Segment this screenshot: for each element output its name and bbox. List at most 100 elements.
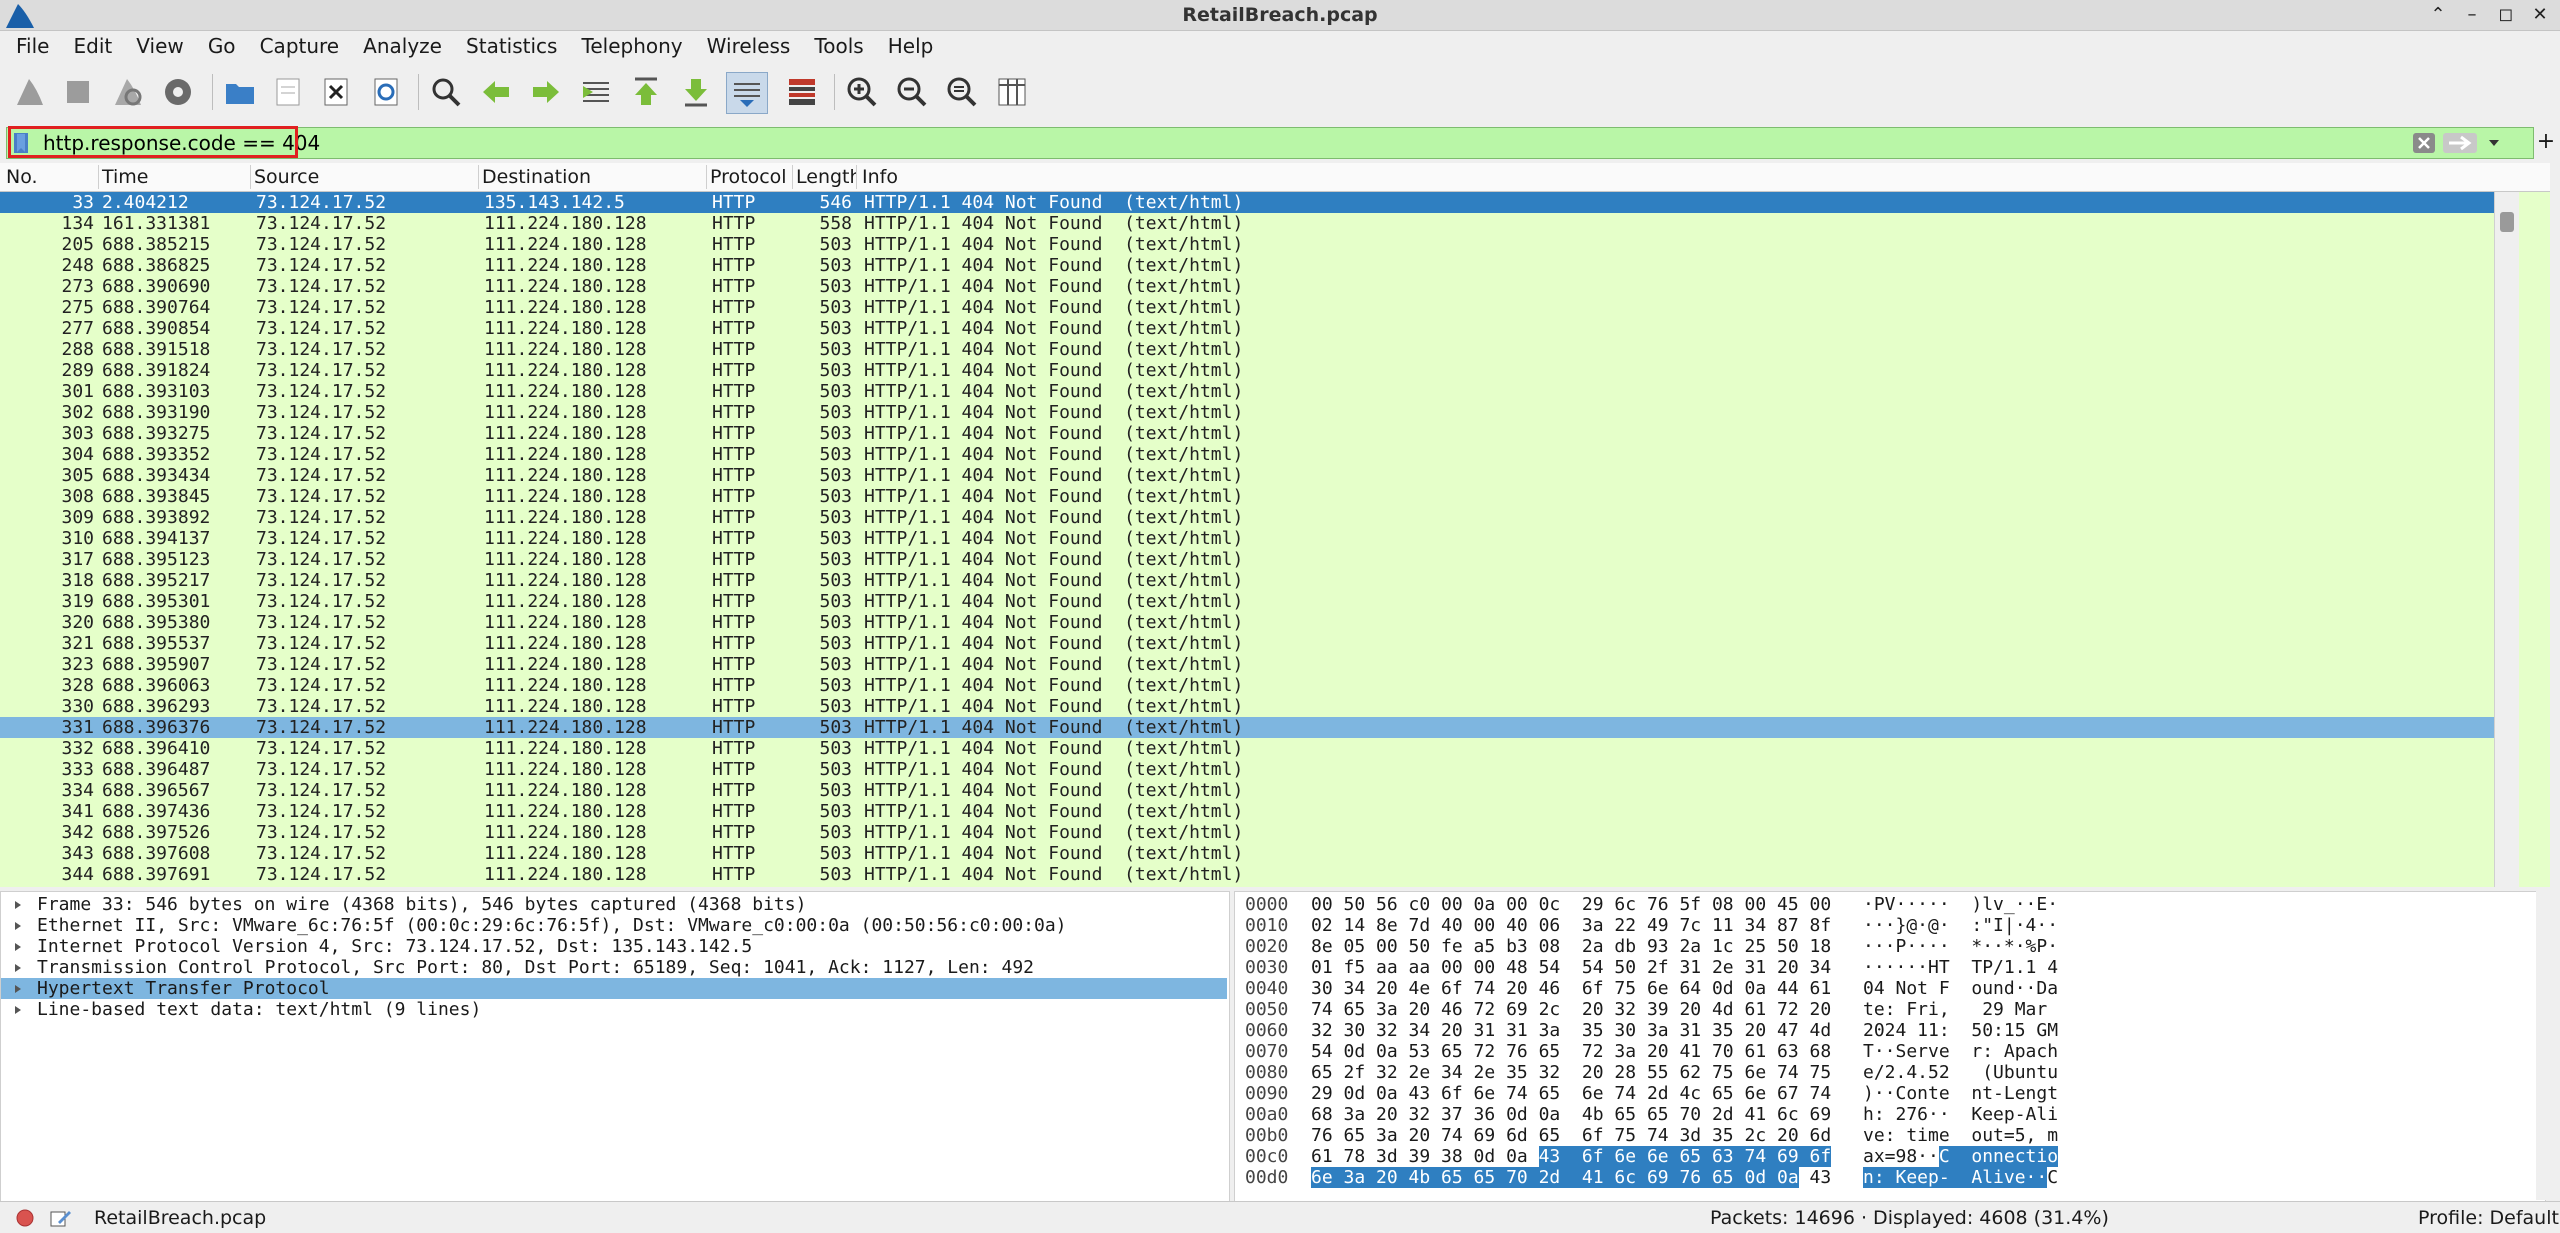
column-header-info[interactable]: Info: [862, 166, 898, 188]
window-close-button[interactable]: ✕: [2526, 2, 2554, 28]
zoom-reset-icon[interactable]: [942, 72, 982, 112]
detail-tree-item[interactable]: Line-based text data: text/html (9 lines…: [1, 999, 1227, 1020]
packet-row[interactable]: 134 161.331381 73.124.17.52 111.224.180.128…: [0, 213, 2494, 234]
display-filter-bar[interactable]: http.response.code == 404: [6, 127, 2534, 159]
packet-row[interactable]: 275 688.390764 73.124.17.52 111.224.180.128…: [0, 297, 2494, 318]
packet-row[interactable]: 248 688.386825 73.124.17.52 111.224.180.128…: [0, 255, 2494, 276]
hex-dump-row[interactable]: 0020 8e 05 00 50 fe a5 b3 08 2a db 93 2a …: [1235, 936, 2545, 957]
go-back-icon[interactable]: [476, 72, 516, 112]
menu-file[interactable]: File: [14, 31, 51, 61]
expand-arrow-icon[interactable]: [15, 1006, 21, 1014]
hex-dump-row[interactable]: 0040 30 34 20 4e 6f 74 20 46 6f 75 6e 64 …: [1235, 978, 2545, 999]
packet-row[interactable]: 304 688.393352 73.124.17.52 111.224.180.128…: [0, 444, 2494, 465]
packet-list-scrollbar[interactable]: [2494, 192, 2519, 887]
filter-bookmark-icon[interactable]: [13, 132, 29, 154]
edit-comment-icon[interactable]: [50, 1208, 72, 1228]
packet-row[interactable]: 205 688.385215 73.124.17.52 111.224.180.128…: [0, 234, 2494, 255]
hex-dump-row[interactable]: 00c0 61 78 3d 39 38 0d 0a 43 6f 6e 6e 65 …: [1235, 1146, 2545, 1167]
packet-row[interactable]: 328 688.396063 73.124.17.52 111.224.180.128…: [0, 675, 2494, 696]
hex-dump-row[interactable]: 0080 65 2f 32 2e 34 2e 35 32 20 28 55 62 …: [1235, 1062, 2545, 1083]
hex-dump-row[interactable]: 0000 00 50 56 c0 00 0a 00 0c 29 6c 76 5f …: [1235, 894, 2545, 915]
packet-row[interactable]: 330 688.396293 73.124.17.52 111.224.180.128…: [0, 696, 2494, 717]
packet-row[interactable]: 302 688.393190 73.124.17.52 111.224.180.128…: [0, 402, 2494, 423]
first-packet-icon[interactable]: [626, 72, 666, 112]
packet-row[interactable]: 303 688.393275 73.124.17.52 111.224.180.128…: [0, 423, 2494, 444]
packet-row[interactable]: 323 688.395907 73.124.17.52 111.224.180.128…: [0, 654, 2494, 675]
menu-tools[interactable]: Tools: [812, 31, 865, 61]
detail-tree-item[interactable]: Internet Protocol Version 4, Src: 73.124…: [1, 936, 1227, 957]
hex-dump-row[interactable]: 0060 32 30 32 34 20 31 31 3a 35 30 3a 31 …: [1235, 1020, 2545, 1041]
packet-row[interactable]: 33 2.404212 73.124.17.52 135.143.142.5 HTTP 5…: [0, 192, 2494, 213]
save-file-icon[interactable]: [268, 72, 308, 112]
packet-row[interactable]: 321 688.395537 73.124.17.52 111.224.180.128…: [0, 633, 2494, 654]
expand-arrow-icon[interactable]: [15, 943, 21, 951]
packet-row[interactable]: 310 688.394137 73.124.17.52 111.224.180.128…: [0, 528, 2494, 549]
colorize-icon[interactable]: [782, 72, 822, 112]
window-maximize-button[interactable]: ◻: [2492, 2, 2520, 28]
open-folder-icon[interactable]: [220, 72, 260, 112]
packet-row[interactable]: 305 688.393434 73.124.17.52 111.224.180.128…: [0, 465, 2494, 486]
column-header-length[interactable]: Length: [796, 166, 856, 188]
hex-dump-row[interactable]: 0090 29 0d 0a 43 6f 6e 74 65 6e 74 2d 4c …: [1235, 1083, 2545, 1104]
packet-row[interactable]: 343 688.397608 73.124.17.52 111.224.180.128…: [0, 843, 2494, 864]
clear-filter-icon[interactable]: [2413, 133, 2435, 153]
gear-options-icon[interactable]: [158, 72, 198, 112]
resize-columns-icon[interactable]: [992, 72, 1032, 112]
packet-row[interactable]: 333 688.396487 73.124.17.52 111.224.180.128…: [0, 759, 2494, 780]
status-profile[interactable]: Profile: Default: [2418, 1207, 2559, 1229]
column-header-time[interactable]: Time: [102, 166, 149, 188]
column-header-source[interactable]: Source: [254, 166, 319, 188]
packet-row[interactable]: 289 688.391824 73.124.17.52 111.224.180.128…: [0, 360, 2494, 381]
menu-capture[interactable]: Capture: [258, 31, 342, 61]
bytes-pane-scrollbar[interactable]: [2536, 891, 2558, 1200]
hex-dump-row[interactable]: 00a0 68 3a 20 32 37 36 0d 0a 4b 65 65 70 …: [1235, 1104, 2545, 1125]
expand-arrow-icon[interactable]: [15, 922, 21, 930]
display-filter-input[interactable]: http.response.code == 404: [43, 128, 320, 158]
search-icon[interactable]: [426, 72, 466, 112]
expand-arrow-icon[interactable]: [15, 964, 21, 972]
packet-row[interactable]: 301 688.393103 73.124.17.52 111.224.180.128…: [0, 381, 2494, 402]
last-packet-icon[interactable]: [676, 72, 716, 112]
packet-row[interactable]: 341 688.397436 73.124.17.52 111.224.180.128…: [0, 801, 2494, 822]
packet-row[interactable]: 342 688.397526 73.124.17.52 111.224.180.128…: [0, 822, 2494, 843]
column-header-destination[interactable]: Destination: [482, 166, 591, 188]
hex-dump-row[interactable]: 0050 74 65 3a 20 46 72 69 2c 20 32 39 20 …: [1235, 999, 2545, 1020]
packet-row[interactable]: 308 688.393845 73.124.17.52 111.224.180.128…: [0, 486, 2494, 507]
menu-telephony[interactable]: Telephony: [580, 31, 685, 61]
stop-icon[interactable]: [58, 72, 98, 112]
auto-scroll-icon[interactable]: [726, 72, 768, 114]
apply-filter-icon[interactable]: [2443, 133, 2477, 153]
hex-dump-row[interactable]: 00b0 76 65 3a 20 74 69 6d 65 6f 75 74 3d …: [1235, 1125, 2545, 1146]
menu-wireless[interactable]: Wireless: [705, 31, 793, 61]
detail-tree-item[interactable]: Ethernet II, Src: VMware_6c:76:5f (00:0c…: [1, 915, 1227, 936]
go-to-packet-icon[interactable]: [576, 72, 616, 112]
menu-statistics[interactable]: Statistics: [464, 31, 559, 61]
restart-icon[interactable]: [108, 72, 148, 112]
go-forward-icon[interactable]: [526, 72, 566, 112]
packet-row[interactable]: 334 688.396567 73.124.17.52 111.224.180.128…: [0, 780, 2494, 801]
column-header-protocol[interactable]: Protocol: [710, 166, 787, 188]
menu-view[interactable]: View: [134, 31, 185, 61]
menu-help[interactable]: Help: [886, 31, 936, 61]
shark-fin-start-icon[interactable]: [10, 72, 50, 112]
window-shade-button[interactable]: ⌃: [2424, 2, 2452, 28]
expand-arrow-icon[interactable]: [15, 985, 21, 993]
add-filter-button[interactable]: +: [2536, 127, 2556, 157]
packet-row[interactable]: 317 688.395123 73.124.17.52 111.224.180.128…: [0, 549, 2494, 570]
close-file-icon[interactable]: [316, 72, 356, 112]
filter-history-dropdown-icon[interactable]: [2487, 137, 2501, 149]
hex-dump-row[interactable]: 00d0 6e 3a 20 4b 65 65 70 2d 41 6c 69 76 …: [1235, 1167, 2545, 1188]
menu-go[interactable]: Go: [206, 31, 238, 61]
packet-row[interactable]: 288 688.391518 73.124.17.52 111.224.180.128…: [0, 339, 2494, 360]
packet-row[interactable]: 332 688.396410 73.124.17.52 111.224.180.128…: [0, 738, 2494, 759]
packet-row[interactable]: 320 688.395380 73.124.17.52 111.224.180.128…: [0, 612, 2494, 633]
capture-status-icon[interactable]: [16, 1209, 34, 1227]
hex-dump-row[interactable]: 0030 01 f5 aa aa 00 00 48 54 54 50 2f 31 …: [1235, 957, 2545, 978]
menu-edit[interactable]: Edit: [72, 31, 115, 61]
hex-dump-row[interactable]: 0010 02 14 8e 7d 40 00 40 06 3a 22 49 7c …: [1235, 915, 2545, 936]
hex-dump-row[interactable]: 0070 54 0d 0a 53 65 72 76 65 72 3a 20 41 …: [1235, 1041, 2545, 1062]
zoom-out-icon[interactable]: [892, 72, 932, 112]
packet-row[interactable]: 273 688.390690 73.124.17.52 111.224.180.128…: [0, 276, 2494, 297]
menu-analyze[interactable]: Analyze: [361, 31, 444, 61]
column-header-no[interactable]: No.: [6, 166, 38, 188]
